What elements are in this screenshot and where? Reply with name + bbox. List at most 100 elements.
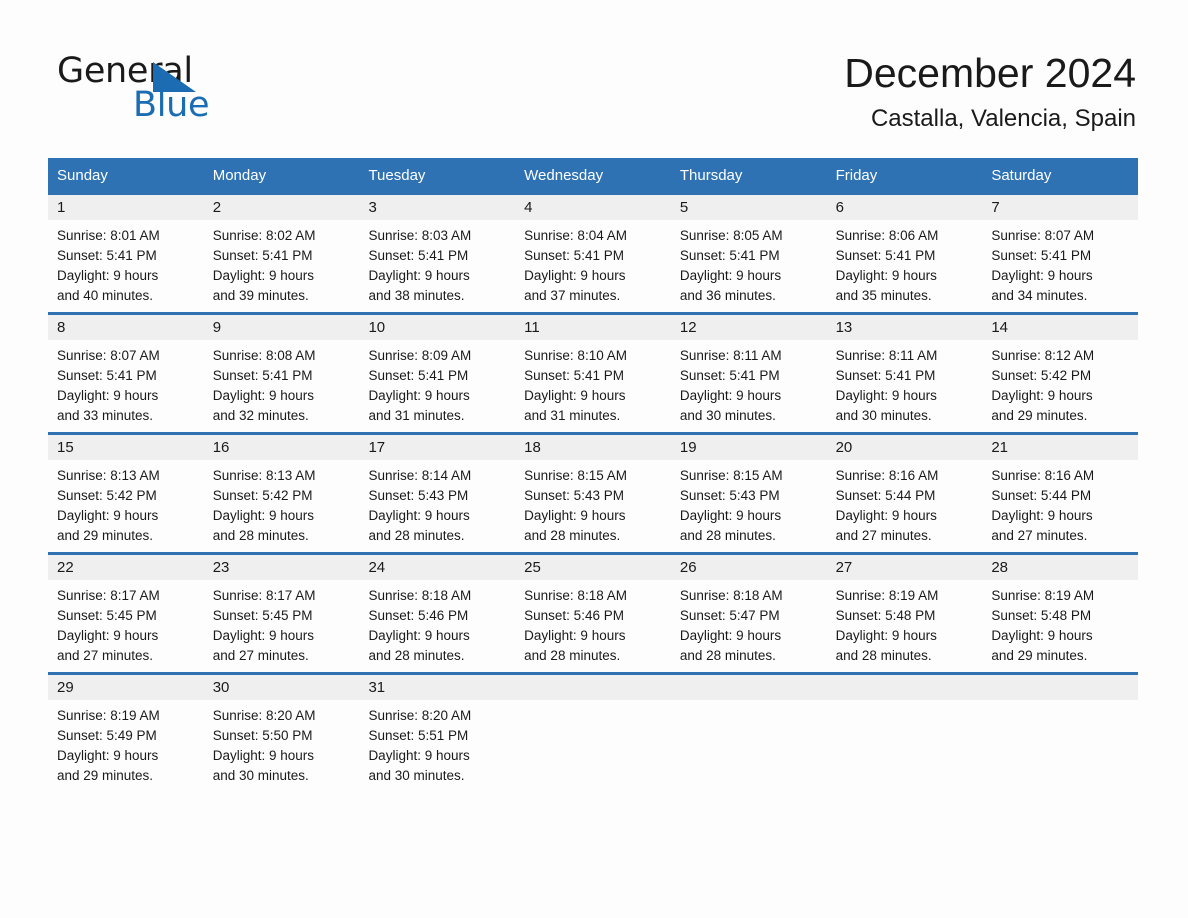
daylight-text-line2: and 28 minutes. <box>368 648 465 663</box>
page-title: December 2024 <box>844 50 1136 96</box>
day-details: Sunrise: 8:11 AM Sunset: 5:41 PM Dayligh… <box>827 340 983 432</box>
day-details: Sunrise: 8:18 AM Sunset: 5:46 PM Dayligh… <box>359 580 515 672</box>
daylight-text-line1: Daylight: 9 hours <box>835 508 937 523</box>
day-cell[interactable]: 22 Sunrise: 8:17 AM Sunset: 5:45 PM Dayl… <box>48 555 204 672</box>
day-cell[interactable]: 5 Sunrise: 8:05 AM Sunset: 5:41 PM Dayli… <box>670 195 827 312</box>
sunset-text: Sunset: 5:43 PM <box>524 488 624 503</box>
day-cell[interactable]: 14 Sunrise: 8:12 AM Sunset: 5:42 PM Dayl… <box>982 315 1139 432</box>
day-cell[interactable]: 16 Sunrise: 8:13 AM Sunset: 5:42 PM Dayl… <box>203 435 360 552</box>
day-number: 15 <box>48 435 204 460</box>
day-cell[interactable]: 7 Sunrise: 8:07 AM Sunset: 5:41 PM Dayli… <box>982 195 1139 312</box>
daylight-text-line2: and 28 minutes. <box>212 528 309 543</box>
day-details: Sunrise: 8:07 AM Sunset: 5:41 PM Dayligh… <box>48 340 204 432</box>
daylight-text-line1: Daylight: 9 hours <box>991 268 1093 283</box>
day-number: 27 <box>826 555 983 580</box>
day-number: 19 <box>670 435 827 460</box>
sunrise-text: Sunrise: 8:01 AM <box>57 228 160 243</box>
daylight-text-line2: and 37 minutes. <box>524 288 621 303</box>
day-cell[interactable]: 25 Sunrise: 8:18 AM Sunset: 5:46 PM Dayl… <box>515 555 671 672</box>
daylight-text-line1: Daylight: 9 hours <box>368 748 470 763</box>
day-cell[interactable]: 9 Sunrise: 8:08 AM Sunset: 5:41 PM Dayli… <box>203 315 360 432</box>
day-cell[interactable]: 30 Sunrise: 8:20 AM Sunset: 5:50 PM Dayl… <box>203 675 360 792</box>
daylight-text-line1: Daylight: 9 hours <box>524 508 626 523</box>
day-details: Sunrise: 8:19 AM Sunset: 5:48 PM Dayligh… <box>827 580 983 672</box>
sunrise-text: Sunrise: 8:04 AM <box>524 228 627 243</box>
sunset-text: Sunset: 5:50 PM <box>212 728 313 743</box>
day-cell[interactable]: 11 Sunrise: 8:10 AM Sunset: 5:41 PM Dayl… <box>515 315 671 432</box>
daylight-text-line2: and 31 minutes. <box>368 408 465 423</box>
sunrise-text: Sunrise: 8:19 AM <box>57 708 160 723</box>
day-number: 13 <box>826 315 983 340</box>
day-cell-empty <box>982 675 1139 792</box>
daylight-text-line1: Daylight: 9 hours <box>57 628 159 643</box>
daylight-text-line2: and 33 minutes. <box>57 408 154 423</box>
sunrise-text: Sunrise: 8:20 AM <box>368 708 472 723</box>
daylight-text-line2: and 28 minutes. <box>679 528 776 543</box>
daylight-text-line1: Daylight: 9 hours <box>991 388 1093 403</box>
day-cell[interactable]: 2 Sunrise: 8:02 AM Sunset: 5:41 PM Dayli… <box>203 195 360 312</box>
daylight-text-line1: Daylight: 9 hours <box>212 628 315 643</box>
day-details: Sunrise: 8:15 AM Sunset: 5:43 PM Dayligh… <box>515 460 671 552</box>
week-row: 15 Sunrise: 8:13 AM Sunset: 5:42 PM Dayl… <box>48 432 1139 552</box>
sunset-text: Sunset: 5:41 PM <box>368 248 469 263</box>
daylight-text-line2: and 35 minutes. <box>835 288 932 303</box>
day-details: Sunrise: 8:07 AM Sunset: 5:41 PM Dayligh… <box>982 220 1138 312</box>
day-cell[interactable]: 26 Sunrise: 8:18 AM Sunset: 5:47 PM Dayl… <box>670 555 827 672</box>
daylight-text-line2: and 29 minutes. <box>991 408 1088 423</box>
sunrise-text: Sunrise: 8:13 AM <box>57 468 160 483</box>
daylight-text-line2: and 27 minutes. <box>212 648 309 663</box>
day-cell[interactable]: 17 Sunrise: 8:14 AM Sunset: 5:43 PM Dayl… <box>359 435 516 552</box>
day-cell[interactable]: 10 Sunrise: 8:09 AM Sunset: 5:41 PM Dayl… <box>359 315 516 432</box>
day-number <box>982 675 1139 700</box>
daylight-text-line2: and 27 minutes. <box>835 528 932 543</box>
generalblue-logo[interactable]: General Blue <box>57 52 317 124</box>
day-cell[interactable]: 31 Sunrise: 8:20 AM Sunset: 5:51 PM Dayl… <box>359 675 516 792</box>
daylight-text-line2: and 31 minutes. <box>524 408 621 423</box>
day-cell[interactable]: 13 Sunrise: 8:11 AM Sunset: 5:41 PM Dayl… <box>826 315 983 432</box>
week-row: 8 Sunrise: 8:07 AM Sunset: 5:41 PM Dayli… <box>48 312 1139 432</box>
day-number: 2 <box>203 195 360 220</box>
day-cell[interactable]: 1 Sunrise: 8:01 AM Sunset: 5:41 PM Dayli… <box>48 195 204 312</box>
day-cell[interactable]: 23 Sunrise: 8:17 AM Sunset: 5:45 PM Dayl… <box>203 555 360 672</box>
day-details: Sunrise: 8:06 AM Sunset: 5:41 PM Dayligh… <box>827 220 983 312</box>
day-number: 30 <box>203 675 360 700</box>
day-cell[interactable]: 18 Sunrise: 8:15 AM Sunset: 5:43 PM Dayl… <box>515 435 671 552</box>
daylight-text-line2: and 30 minutes. <box>368 768 465 783</box>
sunrise-text: Sunrise: 8:09 AM <box>368 348 472 363</box>
day-details <box>982 700 1138 712</box>
weekday-header-wednesday: Wednesday <box>524 167 604 184</box>
day-cell[interactable]: 27 Sunrise: 8:19 AM Sunset: 5:48 PM Dayl… <box>826 555 983 672</box>
day-cell[interactable]: 29 Sunrise: 8:19 AM Sunset: 5:49 PM Dayl… <box>48 675 204 792</box>
daylight-text-line1: Daylight: 9 hours <box>679 628 782 643</box>
day-cell[interactable]: 21 Sunrise: 8:16 AM Sunset: 5:44 PM Dayl… <box>982 435 1139 552</box>
day-cell[interactable]: 3 Sunrise: 8:03 AM Sunset: 5:41 PM Dayli… <box>359 195 516 312</box>
daylight-text-line2: and 36 minutes. <box>679 288 776 303</box>
daylight-text-line2: and 30 minutes. <box>212 768 309 783</box>
day-cell[interactable]: 20 Sunrise: 8:16 AM Sunset: 5:44 PM Dayl… <box>826 435 983 552</box>
daylight-text-line2: and 28 minutes. <box>835 648 932 663</box>
day-cell[interactable]: 4 Sunrise: 8:04 AM Sunset: 5:41 PM Dayli… <box>515 195 671 312</box>
day-cell[interactable]: 15 Sunrise: 8:13 AM Sunset: 5:42 PM Dayl… <box>48 435 204 552</box>
sunrise-text: Sunrise: 8:10 AM <box>524 348 627 363</box>
day-number: 7 <box>982 195 1139 220</box>
daylight-text-line2: and 40 minutes. <box>57 288 154 303</box>
daylight-text-line2: and 32 minutes. <box>212 408 309 423</box>
day-cell[interactable]: 8 Sunrise: 8:07 AM Sunset: 5:41 PM Dayli… <box>48 315 204 432</box>
daylight-text-line1: Daylight: 9 hours <box>524 628 626 643</box>
day-details: Sunrise: 8:16 AM Sunset: 5:44 PM Dayligh… <box>827 460 983 552</box>
weekday-header-row: Sunday Monday Tuesday Wednesday Thursday… <box>48 158 1138 195</box>
day-details: Sunrise: 8:20 AM Sunset: 5:51 PM Dayligh… <box>359 700 515 792</box>
page-subtitle: Castalla, Valencia, Spain <box>870 105 1136 132</box>
day-cell[interactable]: 24 Sunrise: 8:18 AM Sunset: 5:46 PM Dayl… <box>359 555 516 672</box>
day-cell[interactable]: 6 Sunrise: 8:06 AM Sunset: 5:41 PM Dayli… <box>826 195 983 312</box>
day-details: Sunrise: 8:02 AM Sunset: 5:41 PM Dayligh… <box>204 220 360 312</box>
sunrise-text: Sunrise: 8:13 AM <box>212 468 316 483</box>
sunset-text: Sunset: 5:41 PM <box>679 248 780 263</box>
daylight-text-line1: Daylight: 9 hours <box>57 748 159 763</box>
sunrise-text: Sunrise: 8:07 AM <box>991 228 1095 243</box>
day-cell[interactable]: 19 Sunrise: 8:15 AM Sunset: 5:43 PM Dayl… <box>670 435 827 552</box>
day-cell-empty <box>515 675 671 792</box>
day-number: 11 <box>515 315 671 340</box>
day-cell[interactable]: 28 Sunrise: 8:19 AM Sunset: 5:48 PM Dayl… <box>982 555 1139 672</box>
day-cell[interactable]: 12 Sunrise: 8:11 AM Sunset: 5:41 PM Dayl… <box>670 315 827 432</box>
